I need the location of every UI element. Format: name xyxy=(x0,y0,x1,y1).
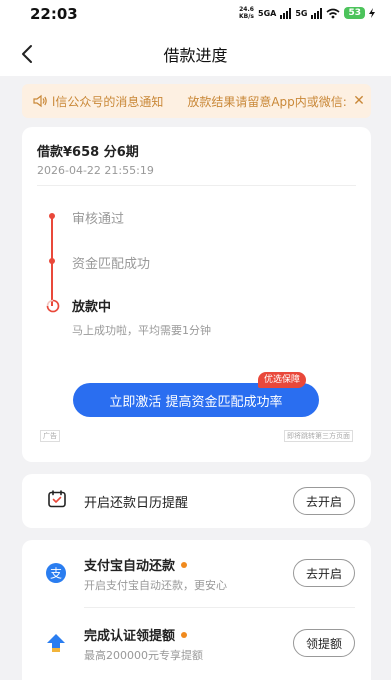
notice-bar: l信公众号的消息通知 放款结果请留意App内或微信: ✕ xyxy=(22,84,371,118)
timeline-step-review: 审核通过 xyxy=(72,212,125,227)
list-item-title: 支付宝自动还款 xyxy=(84,555,188,574)
new-dot xyxy=(181,631,188,638)
ad-tag: 广告 xyxy=(40,430,60,442)
network-type-label-2: 5G xyxy=(295,8,308,18)
signal-icon-2 xyxy=(311,7,323,19)
timeline-dot xyxy=(49,258,55,264)
services-card: 支 支付宝自动还款 开启支付宝自动还款，更安心 去开启 完成认证领提额 最高20… xyxy=(22,540,371,680)
timeline-dot xyxy=(49,213,55,219)
loan-datetime: 2026-04-22 21:55:19 xyxy=(37,164,154,177)
svg-text:支: 支 xyxy=(50,567,62,581)
close-icon[interactable]: ✕ xyxy=(347,93,371,109)
activate-button[interactable]: 立即激活 提高资金匹配成功率 xyxy=(73,383,319,417)
calendar-reminder-card: 开启还款日历提醒 去开启 xyxy=(22,474,371,528)
loan-amount: 借款¥658 分6期 xyxy=(37,145,139,160)
ad-note: 即将跳转第三方页面 xyxy=(284,430,353,442)
page-title: 借款进度 xyxy=(163,46,228,65)
card-divider xyxy=(37,185,356,186)
promo-badge: 优选保障 xyxy=(258,372,307,388)
calendar-reminder-label: 开启还款日历提醒 xyxy=(84,496,189,511)
notice-text: l信公众号的消息通知 放款结果请留意App内或微信: xyxy=(52,94,347,109)
net-speed-value: 24.6 xyxy=(239,6,254,13)
new-dot xyxy=(181,561,188,568)
battery-icon: 53 xyxy=(344,7,365,19)
enable-alipay-button[interactable]: 去开启 xyxy=(292,559,355,587)
status-time: 22:03 xyxy=(30,5,78,23)
list-item-title: 完成认证领提额 xyxy=(84,625,188,644)
calendar-icon xyxy=(48,490,66,508)
credit-increase-sub: 最高200000元专享提额 xyxy=(84,649,203,662)
net-speed-unit: KB/s xyxy=(239,13,254,20)
claim-credit-button[interactable]: 领提额 xyxy=(292,629,355,657)
charging-icon xyxy=(369,8,375,18)
speaker-icon xyxy=(33,94,47,108)
alipay-autopay-sub: 开启支付宝自动还款，更安心 xyxy=(84,579,227,592)
wifi-icon xyxy=(326,8,340,18)
enable-calendar-button[interactable]: 去开启 xyxy=(292,487,355,515)
loan-progress-card: 借款¥658 分6期 2026-04-22 21:55:19 审核通过 资金匹配… xyxy=(22,127,371,462)
network-type-label: 5GA xyxy=(258,8,277,18)
arrow-up-icon xyxy=(47,634,65,652)
status-icons: 24.6 KB/s 5GA 5G 53 xyxy=(239,6,375,20)
signal-icon xyxy=(280,7,292,19)
timeline-step-current: 放款中 xyxy=(72,300,112,315)
status-bar: 22:03 24.6 KB/s 5GA 5G 53 xyxy=(0,0,391,30)
net-speed: 24.6 KB/s xyxy=(239,6,254,20)
credit-increase-title: 完成认证领提额 xyxy=(84,629,176,644)
nav-bar: 借款进度 xyxy=(0,30,391,76)
loading-icon xyxy=(46,299,60,313)
row-divider xyxy=(84,607,355,608)
alipay-icon: 支 xyxy=(46,563,66,583)
timeline-current-sub: 马上成功啦，平均需要1分钟 xyxy=(72,324,211,337)
timeline-step-match: 资金匹配成功 xyxy=(72,257,151,272)
alipay-autopay-title: 支付宝自动还款 xyxy=(84,559,176,574)
